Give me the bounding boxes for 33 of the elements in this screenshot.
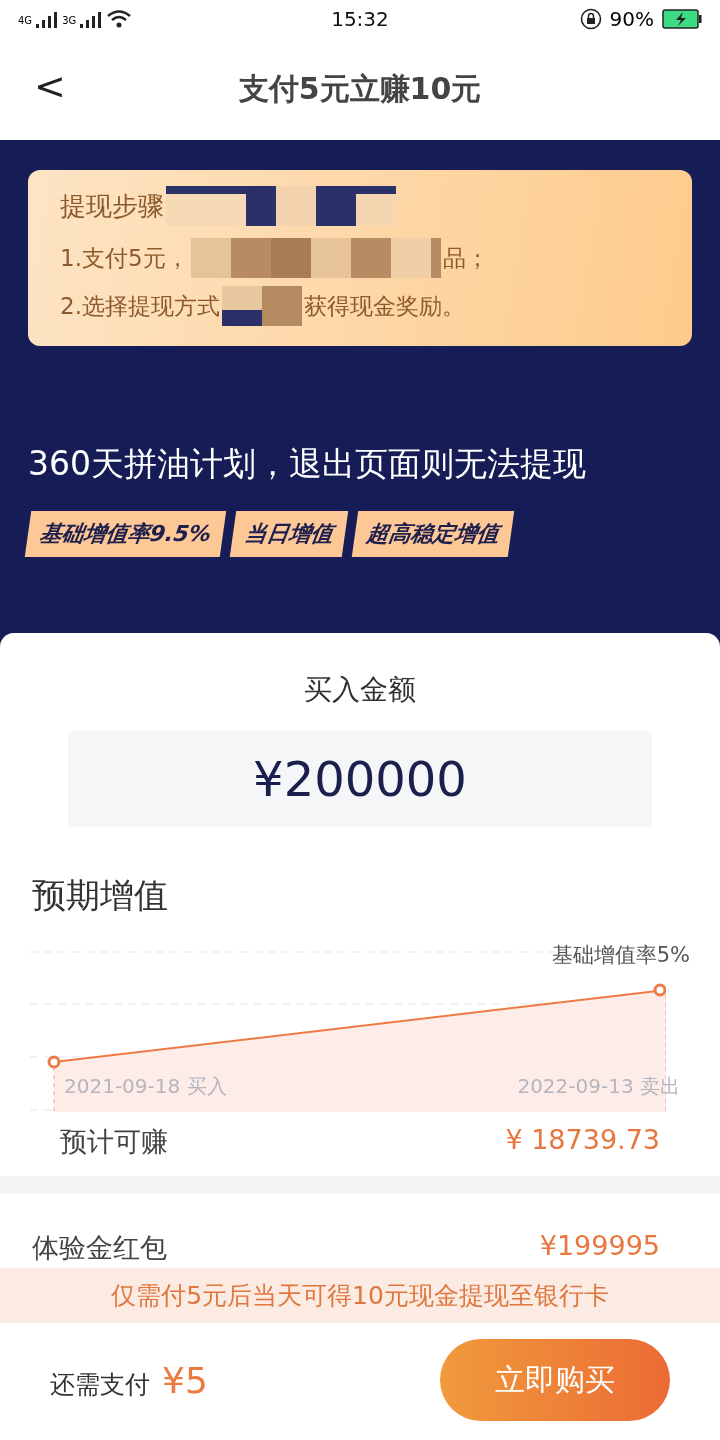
plan-headline: 360天拼油计划，退出页面则无法提现 <box>28 443 587 485</box>
feature-tag: 基础增值率9.5% <box>24 511 227 557</box>
back-button[interactable]: < <box>28 64 72 108</box>
page-title: 支付5元立赚10元 <box>238 69 482 108</box>
earn-label: 预计可赚 <box>60 1125 168 1159</box>
bonus-label: 体验金红包 <box>32 1231 167 1265</box>
bonus-value: ¥199995 <box>539 1230 660 1263</box>
battery-icon <box>662 9 702 29</box>
section-title: 预期增值 <box>32 874 169 917</box>
end-date-label: 2022-09-13 卖出 <box>517 1073 680 1100</box>
amount-field[interactable]: ¥200000 <box>68 731 652 827</box>
clock-time: 15:32 <box>331 7 389 31</box>
feature-tag: 超高稳定增值 <box>351 511 515 557</box>
pay-amount: ¥5 <box>162 1359 208 1401</box>
battery-percent: 90% <box>609 7 654 31</box>
step-text: 2.选择提现方式 <box>60 292 220 321</box>
step-text: 1.支付5元， <box>60 244 189 273</box>
network-label: 3G <box>62 15 77 26</box>
amount-label: 买入金额 <box>303 672 417 708</box>
network-label: 4G <box>18 15 33 26</box>
feature-tag: 当日增值 <box>229 511 349 557</box>
pay-label: 还需支付 <box>50 1368 150 1401</box>
earn-value: ¥ 18739.73 <box>505 1124 660 1157</box>
rotation-lock-icon <box>579 8 602 30</box>
step-text: 获得现金奖励。 <box>303 292 465 321</box>
signal-icon <box>36 10 59 28</box>
signal-icon <box>80 10 103 28</box>
step-text: 品； <box>442 244 489 273</box>
rate-label: 基础增值率5% <box>551 942 690 969</box>
wifi-icon <box>106 9 133 29</box>
steps-title: 提现步骤 <box>60 190 164 223</box>
start-date-label: 2021-09-18 买入 <box>64 1073 227 1100</box>
notice-banner: 仅需付5元后当天可得10元现金提现至银行卡 <box>0 1268 720 1323</box>
